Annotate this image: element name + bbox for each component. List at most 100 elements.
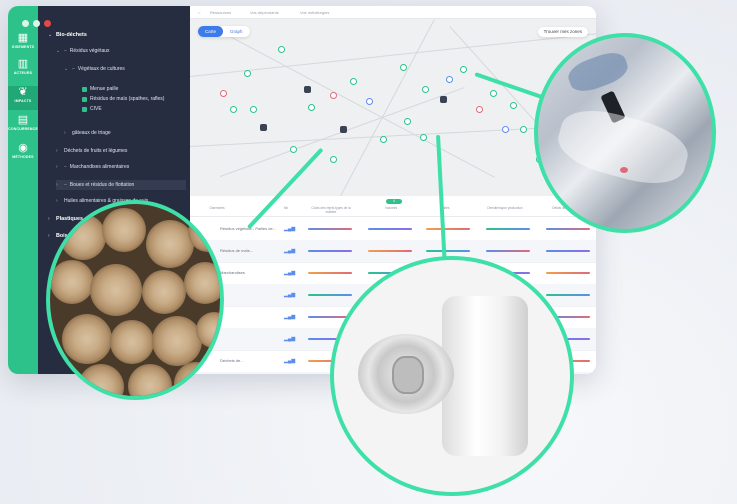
chevron-right-icon: › (64, 130, 66, 136)
map-marker[interactable] (490, 90, 497, 97)
chevron-down-icon: ⌄ (56, 48, 61, 54)
map-marker[interactable] (446, 76, 453, 83)
map-marker[interactable] (520, 126, 527, 133)
map-marker[interactable] (404, 118, 411, 125)
map-marker[interactable] (400, 64, 407, 71)
log-end (90, 264, 142, 316)
log-end (174, 362, 218, 396)
tree-item-residus-mais[interactable]: Résidus de maïs (spathes, rafles) (82, 96, 164, 102)
signal-icon: ▂▄▆ (284, 336, 296, 342)
signal-icon: ▂▄▆ (284, 248, 296, 254)
map-marker[interactable] (510, 102, 517, 109)
tree-item-vegetaux-cultures[interactable]: ⌄ – Végétaux de cultures (64, 66, 125, 72)
tree-item-marchandises[interactable]: › – Marchandises alimentaires (56, 164, 129, 170)
map-marker[interactable] (350, 78, 357, 85)
view-toggle: Carte Graph (198, 26, 250, 37)
column-header[interactable]: Volumes (366, 206, 416, 210)
chevron-down-icon: ⌄ (64, 66, 69, 72)
metal-cans-photo (330, 256, 574, 496)
chevron-right-icon: › (48, 216, 50, 222)
column-header[interactable]: Nb (266, 206, 306, 210)
rail-item-methodes[interactable]: ◉ MÉTHODES (8, 142, 38, 164)
rail-item-gisements[interactable]: ▦ GISEMENTS (8, 32, 38, 54)
score-bar (308, 294, 352, 296)
chevron-right-icon: › (56, 198, 58, 204)
map-marker[interactable] (220, 90, 227, 97)
tree-item-menue-paille[interactable]: Menue paille (82, 86, 118, 92)
map-panel[interactable]: ○ Ressources Vos dépendants Vos métallur… (190, 6, 596, 196)
log-end (196, 312, 220, 348)
pull-tab (392, 356, 424, 394)
table-header: 4 Gisements Nb Coûts des rejets types de… (190, 196, 596, 217)
window-dot[interactable] (22, 20, 29, 27)
tree-item-cive[interactable]: CIVE (82, 106, 102, 112)
map-marker[interactable] (476, 106, 483, 113)
chevron-right-icon: › (56, 148, 58, 154)
tab-ressources[interactable]: Ressources (210, 10, 231, 15)
window-dot[interactable] (33, 20, 40, 27)
find-zones-button[interactable]: Trouver mes zones (537, 27, 588, 37)
tree-item-gateaux-triage[interactable]: › gâteaux de triage (64, 130, 111, 136)
map-marker[interactable] (422, 86, 429, 93)
map-marker[interactable] (230, 106, 237, 113)
column-header[interactable]: Unités (420, 206, 470, 210)
map-marker[interactable] (380, 136, 387, 143)
rail-item-acteurs[interactable]: ▥ ACTEURS (8, 58, 38, 80)
white-can (442, 296, 528, 456)
map-marker[interactable] (420, 134, 427, 141)
rail-item-concurrence[interactable]: ▤ CONCURRENCE (8, 114, 38, 136)
map-marker[interactable] (290, 146, 297, 153)
nav-rail: ▦ GISEMENTS ▥ ACTEURS ❦ IMPACTS ▤ CONCUR… (8, 6, 38, 374)
chevron-right-icon: › (48, 233, 50, 239)
map-marker[interactable] (308, 104, 315, 111)
score-bar (308, 250, 352, 252)
log-end (60, 214, 106, 260)
log-end (184, 262, 220, 304)
plastic-waste-photo (534, 33, 716, 233)
log-end (146, 220, 194, 268)
map-marker[interactable] (330, 156, 337, 163)
score-bar (546, 294, 590, 296)
tab-metallurgies[interactable]: Vos métallurgies (300, 10, 329, 15)
map-marker[interactable] (340, 126, 347, 133)
signal-icon: ▂▄▆ (284, 292, 296, 298)
map-marker[interactable] (244, 70, 251, 77)
signal-icon: ▂▄▆ (284, 314, 296, 320)
map-marker[interactable] (304, 86, 311, 93)
column-header[interactable]: Gisements (192, 206, 242, 210)
score-bar (368, 250, 412, 252)
log-end (128, 364, 172, 396)
tree-item-fruits-legumes[interactable]: › Déchets de fruits et légumes (56, 148, 127, 154)
signal-icon: ▂▄▆ (284, 358, 296, 364)
log-end (188, 212, 220, 252)
column-header[interactable]: Coûts des rejets types de la matière (306, 206, 356, 214)
score-bar (546, 272, 590, 274)
map-marker[interactable] (250, 106, 257, 113)
tree-item-residus-vegetaux[interactable]: ⌄ – Résidus végétaux (56, 48, 110, 54)
building-icon: ▥ (17, 58, 29, 70)
tree-item-bio-dechets[interactable]: ⌄ Bio-déchets (48, 32, 87, 38)
tab-dependants[interactable]: Vos dépendants (250, 10, 279, 15)
tree-item-boues-residus[interactable]: › – Boues et résidus de flottation (56, 180, 186, 190)
score-bar (486, 228, 530, 230)
map-tabs: ○ Ressources Vos dépendants Vos métallur… (190, 6, 596, 19)
toggle-graph[interactable]: Graph (223, 26, 250, 37)
checkbox-checked[interactable] (82, 96, 87, 102)
checkbox-checked[interactable] (82, 106, 87, 112)
map-marker[interactable] (502, 126, 509, 133)
rail-item-impacts[interactable]: ❦ IMPACTS (8, 86, 38, 110)
toggle-carte[interactable]: Carte (198, 26, 224, 37)
map-marker[interactable] (278, 46, 285, 53)
map-marker[interactable] (330, 92, 337, 99)
window-dot-close[interactable] (44, 20, 51, 27)
row-label: Marchandises (220, 270, 245, 275)
map-marker[interactable] (366, 98, 373, 105)
can-lid (358, 334, 454, 414)
map-marker[interactable] (260, 124, 267, 131)
table-row[interactable]: Résidus de maïs... ▂▄▆ (190, 240, 596, 263)
map-marker[interactable] (440, 96, 447, 103)
map-marker[interactable] (460, 66, 467, 73)
column-header[interactable]: Densité/rayon production (480, 206, 530, 210)
log-end (50, 260, 94, 304)
checkbox-checked[interactable] (82, 86, 87, 92)
